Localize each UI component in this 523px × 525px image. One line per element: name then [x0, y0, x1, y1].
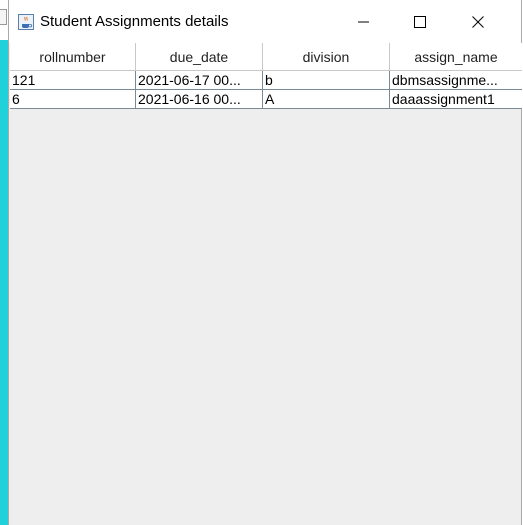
column-header-division[interactable]: division: [263, 43, 390, 71]
close-icon: [472, 15, 484, 28]
assignments-table: rollnumber due_date division assign_name…: [10, 43, 522, 109]
cell-due-date[interactable]: 2021-06-17 00...: [136, 71, 263, 90]
close-button[interactable]: [455, 0, 501, 43]
column-header-due-date[interactable]: due_date: [136, 43, 263, 71]
table-row[interactable]: 121 2021-06-17 00... b dbmsassignme...: [10, 71, 522, 90]
background-accent-bar: [0, 40, 8, 525]
cell-rollnumber[interactable]: 121: [10, 71, 136, 90]
content-panel: rollnumber due_date division assign_name…: [9, 43, 522, 525]
cell-rollnumber[interactable]: 6: [10, 90, 136, 109]
java-cup-icon: [18, 14, 34, 30]
minimize-button[interactable]: [341, 0, 387, 43]
app-window: Student Assignments details rollnumber d…: [8, 0, 522, 525]
window-title: Student Assignments details: [40, 13, 229, 30]
title-bar[interactable]: Student Assignments details: [9, 0, 521, 43]
column-header-rollnumber[interactable]: rollnumber: [10, 43, 136, 71]
maximize-icon: [414, 15, 426, 28]
table-row[interactable]: 6 2021-06-16 00... A daaassignment1: [10, 90, 522, 109]
cell-assign-name[interactable]: daaassignment1: [390, 90, 522, 109]
cell-due-date[interactable]: 2021-06-16 00...: [136, 90, 263, 109]
cell-division[interactable]: A: [263, 90, 390, 109]
background-app-strip: [0, 0, 8, 525]
background-window-icon: [0, 9, 7, 25]
table-header: rollnumber due_date division assign_name: [10, 43, 522, 71]
cell-division[interactable]: b: [263, 71, 390, 90]
cell-assign-name[interactable]: dbmsassignme...: [390, 71, 522, 90]
maximize-button[interactable]: [397, 0, 443, 43]
minimize-icon: [358, 21, 369, 22]
column-header-assign-name[interactable]: assign_name: [390, 43, 522, 71]
